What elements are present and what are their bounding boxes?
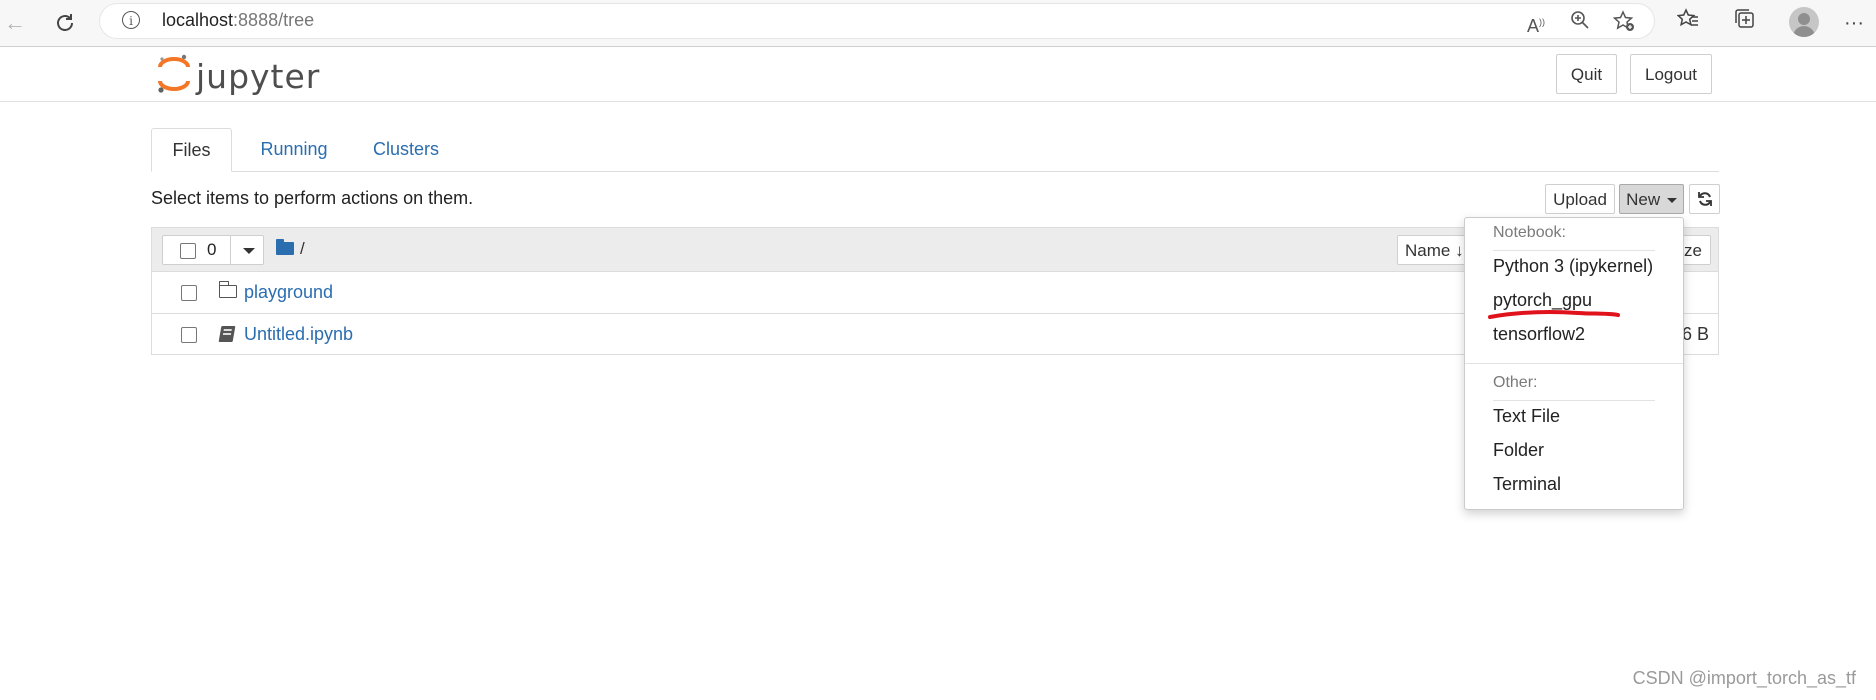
sort-name-label: Name: [1405, 241, 1451, 260]
refresh-list-button[interactable]: [1689, 184, 1720, 214]
tab-running[interactable]: Running: [244, 128, 344, 171]
menu-item-folder[interactable]: Folder: [1493, 440, 1544, 461]
address-bar[interactable]: i localhost:8888/tree A)): [100, 4, 1654, 38]
refresh-icon: [1697, 192, 1712, 206]
menu-item-text-file[interactable]: Text File: [1493, 406, 1560, 427]
notebook-section-header: Notebook:: [1493, 224, 1566, 241]
selection-hint: Select items to perform actions on them.: [151, 188, 474, 208]
select-all-group: 0: [162, 235, 264, 265]
menu-item-tensorflow2[interactable]: tensorflow2: [1493, 324, 1585, 345]
breadcrumb[interactable]: /: [300, 239, 305, 259]
browser-toolbar: ← i localhost:8888/tree A)) ···: [0, 0, 1876, 47]
folder-icon[interactable]: [276, 239, 294, 255]
favorites-icon[interactable]: [1672, 8, 1704, 38]
notebook-icon: [218, 326, 236, 342]
folder-outline-icon: [218, 281, 237, 298]
tab-files[interactable]: Files: [151, 128, 232, 172]
selected-count: 0: [207, 240, 217, 259]
refresh-icon[interactable]: [50, 8, 80, 38]
menu-item-python3[interactable]: Python 3 (ipykernel): [1493, 256, 1653, 277]
site-info-icon[interactable]: i: [122, 11, 140, 29]
item-checkbox[interactable]: [181, 327, 197, 343]
new-button[interactable]: New: [1619, 184, 1684, 214]
back-arrow-icon[interactable]: ←: [0, 8, 30, 38]
watermark: CSDN @import_torch_as_tf: [1632, 668, 1856, 688]
read-aloud-icon[interactable]: A)): [1524, 10, 1548, 36]
add-favorite-icon[interactable]: [1612, 10, 1636, 34]
menu-item-pytorch-gpu[interactable]: pytorch_gpu: [1493, 290, 1592, 311]
new-button-label: New: [1626, 190, 1661, 209]
other-section-header: Other:: [1493, 374, 1538, 391]
caret-down-icon: [1666, 198, 1677, 204]
arrow-down-icon: ↓: [1455, 241, 1464, 260]
profile-avatar[interactable]: [1789, 7, 1819, 37]
new-dropdown-menu: Notebook: Python 3 (ipykernel) pytorch_g…: [1464, 217, 1684, 510]
item-name-link[interactable]: playground: [244, 282, 333, 303]
select-all-checkbox[interactable]: [180, 243, 196, 259]
quit-button[interactable]: Quit: [1556, 54, 1617, 94]
item-size: 6 B: [1681, 324, 1709, 344]
more-options-icon[interactable]: ···: [1838, 8, 1870, 38]
jupyter-logo-text: jupyter: [196, 57, 321, 96]
zoom-icon[interactable]: [1568, 10, 1592, 34]
menu-item-terminal[interactable]: Terminal: [1493, 474, 1561, 495]
collections-icon[interactable]: [1729, 8, 1761, 38]
divider: [1493, 250, 1655, 251]
jupyter-logo[interactable]: jupyter: [156, 53, 319, 96]
jupyter-header: jupyter Quit Logout: [0, 47, 1876, 102]
upload-button[interactable]: Upload: [1545, 184, 1615, 214]
main-tabs: Files Running Clusters: [151, 128, 1719, 172]
jupyter-logo-icon: [158, 54, 190, 93]
logout-button[interactable]: Logout: [1630, 54, 1712, 94]
red-underline-annotation: [1488, 310, 1620, 319]
url-text: localhost:8888/tree: [162, 10, 315, 30]
item-name-link[interactable]: Untitled.ipynb: [244, 324, 353, 345]
divider: [1465, 363, 1683, 364]
tab-clusters[interactable]: Clusters: [356, 128, 456, 171]
select-menu-dropdown[interactable]: [230, 235, 264, 265]
item-checkbox[interactable]: [181, 285, 197, 301]
divider: [1493, 400, 1655, 401]
